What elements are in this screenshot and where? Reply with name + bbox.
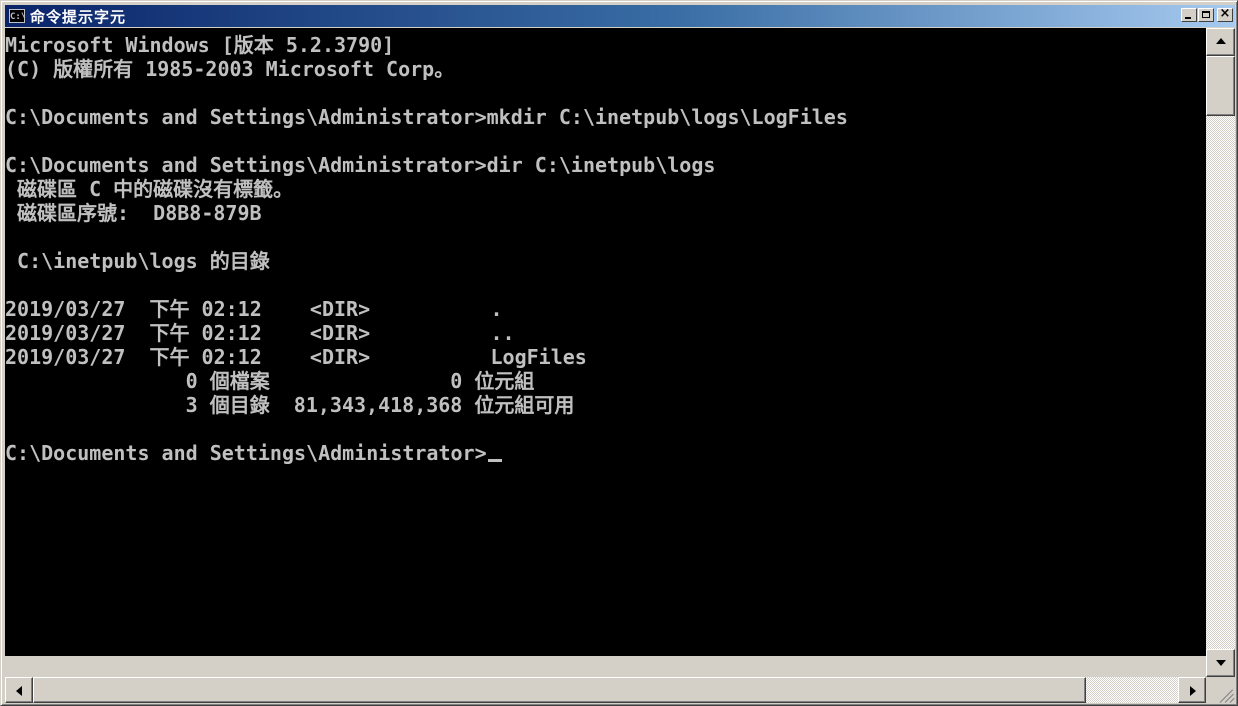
close-icon: ×: [1219, 6, 1231, 21]
console-line: 0 個檔案 0 位元組: [5, 369, 535, 393]
console-line: 2019/03/27 下午 02:12 <DIR> LogFiles: [5, 345, 587, 369]
console-line: 磁碟區序號: D8B8-879B: [5, 201, 262, 225]
console-line: 2019/03/27 下午 02:12 <DIR> .: [5, 297, 503, 321]
console-line: C:\Documents and Settings\Administrator>…: [5, 153, 716, 177]
scroll-left-button[interactable]: [5, 677, 33, 703]
maximize-icon: [1202, 11, 1210, 18]
arrow-left-icon: [16, 686, 22, 696]
window-title: 命令提示字元: [30, 7, 127, 26]
scroll-down-button[interactable]: [1206, 649, 1235, 677]
arrow-up-icon: [1216, 38, 1226, 44]
console-icon-label: C:\: [10, 12, 25, 22]
console-line: C:\Documents and Settings\Administrator>…: [5, 105, 848, 129]
vertical-scrollbar[interactable]: [1206, 28, 1235, 677]
title-buttons: ×: [1180, 6, 1233, 22]
scroll-up-button[interactable]: [1206, 28, 1235, 56]
horizontal-scrollbar[interactable]: [5, 677, 1206, 703]
title-bar[interactable]: C:\ 命令提示字元 ×: [5, 5, 1235, 27]
console-icon[interactable]: C:\: [9, 9, 25, 23]
console-output[interactable]: Microsoft Windows [版本 5.2.3790] (C) 版權所有…: [5, 28, 1206, 656]
arrow-down-icon: [1216, 660, 1226, 666]
minimize-button[interactable]: [1181, 8, 1197, 22]
grip-line: [1229, 697, 1235, 703]
vertical-scroll-thumb[interactable]: [1206, 56, 1235, 116]
console-line: 2019/03/27 下午 02:12 <DIR> ..: [5, 321, 515, 345]
prompt-line[interactable]: C:\Documents and Settings\Administrator>: [5, 441, 1206, 465]
console-line: (C) 版權所有 1985-2003 Microsoft Corp。: [5, 57, 455, 81]
console-line: 磁碟區 C 中的磁碟沒有標籤。: [5, 177, 294, 201]
minimize-icon: [1185, 17, 1191, 19]
console-line: Microsoft Windows [版本 5.2.3790]: [5, 33, 395, 57]
console-line: C:\inetpub\logs 的目錄: [5, 249, 270, 273]
scroll-right-button[interactable]: [1178, 677, 1206, 703]
resize-grip[interactable]: [1206, 677, 1235, 703]
close-button[interactable]: ×: [1217, 6, 1233, 22]
text-cursor: [487, 459, 502, 462]
command-prompt-window: C:\ 命令提示字元 × Microsoft Windows [版本 5.2.3…: [0, 0, 1238, 706]
horizontal-scroll-thumb[interactable]: [33, 677, 1086, 703]
maximize-button[interactable]: [1198, 8, 1214, 22]
command-prompt: C:\Documents and Settings\Administrator>: [5, 441, 487, 465]
console-line: 3 個目錄 81,343,418,368 位元組可用: [5, 393, 575, 417]
arrow-right-icon: [1190, 686, 1196, 696]
